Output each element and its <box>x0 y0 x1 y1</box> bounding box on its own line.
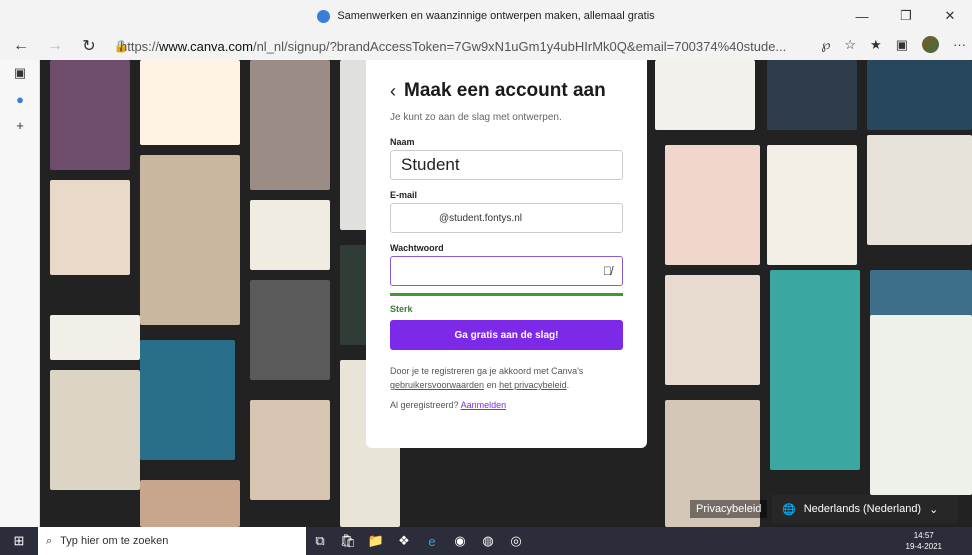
password-field[interactable]: 👁̸ <box>390 256 623 286</box>
signup-button[interactable]: Ga gratis aan de slag! <box>390 320 623 350</box>
address-bar: ← → ↻ 🔒 https://www.canva.com/nl_nl/sign… <box>0 32 972 60</box>
forward-icon[interactable]: → <box>42 37 68 55</box>
modal-subtitle: Je kunt zo aan de slag met ontwerpen. <box>390 112 562 123</box>
favorite-add-icon[interactable]: ☆ <box>844 37 856 53</box>
read-aloud-icon[interactable]: ℘ <box>821 37 830 53</box>
browser-toolbar: ℘ ☆ ★ ▣ ··· <box>821 36 966 53</box>
back-chevron-icon[interactable]: ‹ <box>390 81 396 102</box>
collage-tile <box>250 200 330 270</box>
collage-tile <box>655 60 755 130</box>
collage-tile <box>140 60 240 145</box>
active-tab-icon[interactable]: ● <box>0 86 40 112</box>
email-label: E-mail <box>390 190 418 200</box>
collections-icon[interactable]: ▣ <box>896 37 908 53</box>
system-clock[interactable]: 14:57 19-4-2021 <box>906 527 942 555</box>
privacy-link[interactable]: het privacybeleid <box>499 380 567 390</box>
name-label: Naam <box>390 137 415 147</box>
browser-sidebar: ▣ ● + <box>0 60 40 527</box>
new-tab-icon[interactable]: + <box>0 112 40 138</box>
legal-text: Door je te registreren ga je akkoord met… <box>390 366 584 390</box>
search-icon: ⌕ <box>46 534 53 547</box>
edge-icon[interactable]: ◉ <box>446 527 474 555</box>
window-title: Samenwerken en waanzinnige ontwerpen mak… <box>337 10 655 22</box>
collage-tile <box>870 270 972 320</box>
modal-title: ‹ Maak een account aan <box>390 80 606 102</box>
reload-icon[interactable]: ↻ <box>76 36 102 56</box>
eye-off-icon[interactable]: 👁̸ <box>603 264 612 278</box>
canva-favicon-icon <box>317 9 331 23</box>
password-label: Wachtwoord <box>390 243 444 253</box>
collage-tile <box>50 60 130 170</box>
privacy-policy-link[interactable]: Privacybeleid <box>690 500 768 518</box>
login-link[interactable]: Aanmelden <box>461 400 507 410</box>
email-field[interactable]: @student.fontys.nl <box>390 203 623 233</box>
collage-tile <box>870 315 972 495</box>
collage-tile <box>250 280 330 380</box>
collage-tile <box>140 480 240 527</box>
minimize-icon[interactable]: — <box>840 9 884 24</box>
terms-link[interactable]: gebruikersvoorwaarden <box>390 380 484 390</box>
profile-avatar[interactable] <box>922 36 939 53</box>
collage-tile <box>250 60 330 190</box>
store-icon[interactable]: 🛍 <box>334 527 362 555</box>
chrome-icon[interactable]: ◍ <box>474 527 502 555</box>
close-icon[interactable]: ✕ <box>928 8 972 24</box>
collage-tile <box>140 155 240 325</box>
collage-tile <box>665 145 760 265</box>
more-icon[interactable]: ··· <box>953 37 966 52</box>
collage-tile <box>867 60 972 130</box>
language-selector[interactable]: 🌐 Nederlands (Nederland) ⌄ <box>772 495 958 523</box>
window-controls: — ❐ ✕ <box>840 0 972 32</box>
ie-icon[interactable]: e <box>418 527 446 555</box>
collage-tile <box>50 180 130 275</box>
password-strength-bar <box>390 293 623 296</box>
collage-tile <box>767 60 857 130</box>
collage-tile <box>770 270 860 470</box>
taskbar-search[interactable]: ⌕ Typ hier om te zoeken <box>38 527 306 555</box>
back-icon[interactable]: ← <box>8 37 34 55</box>
explorer-icon[interactable]: 📁 <box>362 527 390 555</box>
favorites-icon[interactable]: ★ <box>870 37 882 53</box>
dropbox-icon[interactable]: ❖ <box>390 527 418 555</box>
maximize-icon[interactable]: ❐ <box>884 8 928 24</box>
task-view-icon[interactable]: ⧉ <box>306 527 334 555</box>
password-strength-label: Sterk <box>390 304 413 314</box>
signup-modal: ‹ Maak een account aan Je kunt zo aan de… <box>366 60 647 448</box>
name-field[interactable]: Student <box>390 150 623 180</box>
globe-icon: 🌐 <box>782 503 796 516</box>
tab-actions-icon[interactable]: ▣ <box>0 60 40 86</box>
collage-tile <box>50 370 140 490</box>
windows-icon[interactable]: ⊞ <box>0 527 38 555</box>
edge-beta-icon[interactable]: ◎ <box>502 527 530 555</box>
already-registered: Al geregistreerd? Aanmelden <box>390 400 507 410</box>
collage-tile <box>250 400 330 500</box>
window-titlebar: Samenwerken en waanzinnige ontwerpen mak… <box>0 0 972 32</box>
url-field[interactable]: https://www.canva.com/nl_nl/signup/?bran… <box>120 36 810 56</box>
collage-tile <box>767 145 857 265</box>
chevron-down-icon: ⌄ <box>929 503 939 516</box>
collage-tile <box>665 275 760 385</box>
collage-tile <box>140 340 235 460</box>
collage-tile <box>50 315 140 360</box>
windows-taskbar: ⊞ ⌕ Typ hier om te zoeken ⧉ 🛍 📁 ❖ e ◉ ◍ … <box>0 527 972 555</box>
collage-tile <box>867 135 972 245</box>
